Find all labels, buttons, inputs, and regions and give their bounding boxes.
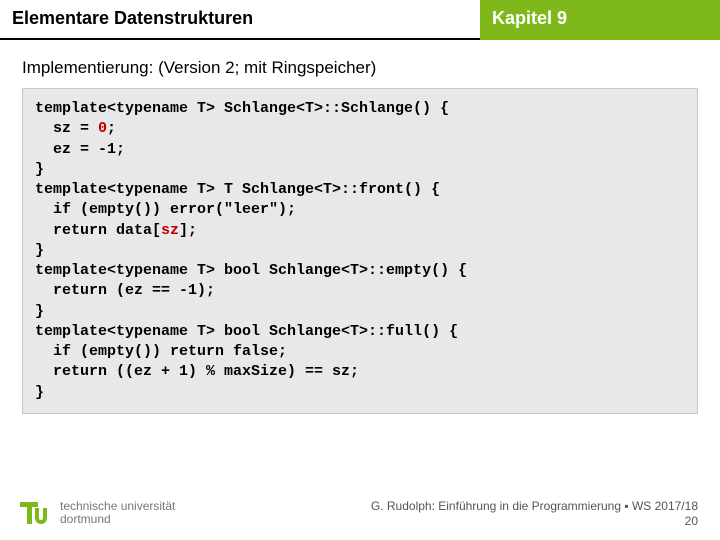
code-line: }	[35, 161, 44, 178]
code-line: if (empty()) error("leer");	[35, 201, 296, 218]
code-line: ez = -1;	[35, 141, 125, 158]
slide-content: Implementierung: (Version 2; mit Ringspe…	[0, 40, 720, 414]
code-line: return (ez == -1);	[35, 282, 215, 299]
code-highlight: sz	[161, 222, 179, 239]
code-line: template<typename T> bool Schlange<T>::f…	[35, 323, 458, 340]
code-block: template<typename T> Schlange<T>::Schlan…	[22, 88, 698, 414]
code-line: return data[	[35, 222, 161, 239]
slide-footer: technische universität dortmund G. Rudol…	[0, 496, 720, 530]
tu-logo-icon	[18, 496, 52, 530]
header-title-left: Elementare Datenstrukturen	[0, 0, 480, 40]
code-line: return ((ez + 1) % maxSize) == sz;	[35, 363, 359, 380]
code-line: template<typename T> Schlange<T>::Schlan…	[35, 100, 449, 117]
university-name: technische universität dortmund	[60, 500, 175, 526]
code-line: template<typename T> T Schlange<T>::fron…	[35, 181, 440, 198]
code-line: ;	[107, 120, 116, 137]
code-line: template<typename T> bool Schlange<T>::e…	[35, 262, 467, 279]
code-line: }	[35, 242, 44, 259]
slide-header: Elementare Datenstrukturen Kapitel 9	[0, 0, 720, 40]
university-logo: technische universität dortmund	[18, 496, 175, 530]
code-line: }	[35, 384, 44, 401]
uni-line2: dortmund	[60, 513, 175, 526]
subtitle: Implementierung: (Version 2; mit Ringspe…	[22, 58, 698, 78]
code-line: ];	[179, 222, 197, 239]
code-line: }	[35, 303, 44, 320]
header-title-right: Kapitel 9	[480, 0, 720, 40]
code-highlight: 0	[98, 120, 107, 137]
code-line: sz =	[35, 120, 98, 137]
page-number: 20	[371, 514, 698, 530]
footer-credit: G. Rudolph: Einführung in die Programmie…	[371, 499, 698, 530]
credit-line: G. Rudolph: Einführung in die Programmie…	[371, 499, 698, 515]
code-line: if (empty()) return false;	[35, 343, 287, 360]
